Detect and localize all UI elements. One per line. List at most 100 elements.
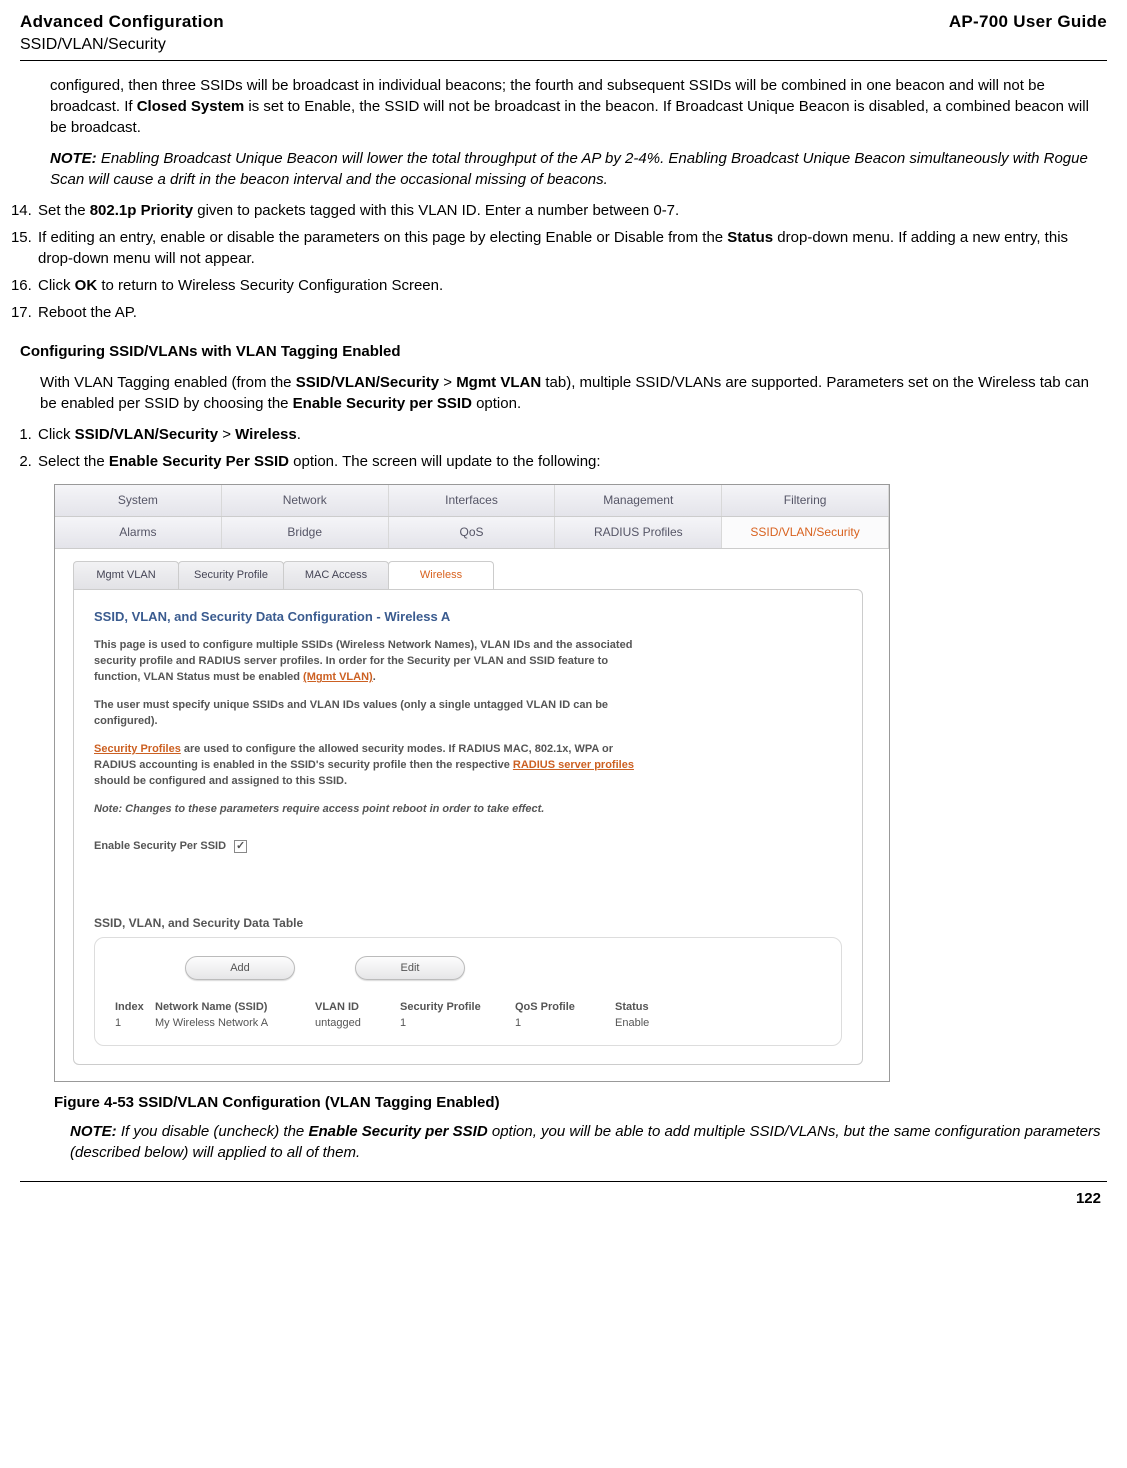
text-fragment: . <box>373 671 376 683</box>
header-guide-title: AP-700 User Guide <box>949 10 1107 34</box>
text-fragment: With VLAN Tagging enabled (from the <box>40 374 296 391</box>
panel-desc-2: The user must specify unique SSIDs and V… <box>94 698 654 730</box>
text-fragment: given to packets tagged with this VLAN I… <box>193 202 679 219</box>
col-vlan-id: VLAN ID <box>315 1000 400 1015</box>
bold-term: Enable Security Per SSID <box>109 453 289 470</box>
text-fragment: Click <box>38 426 75 443</box>
panel-title: SSID, VLAN, and Security Data Configurat… <box>94 608 842 626</box>
text-fragment: Click <box>38 277 75 294</box>
cell-security-profile: 1 <box>400 1016 515 1031</box>
page-number: 122 <box>20 1188 1101 1209</box>
text-fragment: > <box>218 426 235 443</box>
tab-radius-profiles[interactable]: RADIUS Profiles <box>555 517 722 548</box>
bold-term: SSID/VLAN/Security <box>296 374 439 391</box>
tab-alarms[interactable]: Alarms <box>55 517 222 548</box>
table-header-row: Index Network Name (SSID) VLAN ID Securi… <box>115 1000 821 1015</box>
bold-term: 802.1p Priority <box>90 202 193 219</box>
bold-term: Mgmt VLAN <box>456 374 541 391</box>
bold-term: OK <box>75 277 98 294</box>
col-index: Index <box>115 1000 155 1015</box>
note-label: NOTE: <box>50 150 97 167</box>
tab-filtering[interactable]: Filtering <box>722 485 889 516</box>
text-fragment: to return to Wireless Security Configura… <box>97 277 443 294</box>
text-fragment: option. The screen will update to the fo… <box>289 453 601 470</box>
tab-management[interactable]: Management <box>555 485 722 516</box>
bold-term: Wireless <box>235 426 297 443</box>
security-profiles-link[interactable]: Security Profiles <box>94 743 181 755</box>
subtab-wireless[interactable]: Wireless <box>388 561 494 589</box>
note-block-2: NOTE: If you disable (uncheck) the Enabl… <box>70 1121 1107 1163</box>
cell-index: 1 <box>115 1016 155 1031</box>
config-screenshot: System Network Interfaces Management Fil… <box>54 484 890 1082</box>
text-fragment: If you disable (uncheck) the <box>117 1123 309 1140</box>
step-2: Select the Enable Security Per SSID opti… <box>36 451 1107 472</box>
col-security-profile: Security Profile <box>400 1000 515 1015</box>
tab-system[interactable]: System <box>55 485 222 516</box>
text-fragment: option. <box>472 395 521 412</box>
cell-qos-profile: 1 <box>515 1016 615 1031</box>
checkbox-label: Enable Security Per SSID <box>94 839 226 854</box>
bold-term: Enable Security per SSID <box>293 395 472 412</box>
radius-server-profiles-link[interactable]: RADIUS server profiles <box>513 759 634 771</box>
table-buttons: Add Edit <box>185 956 821 980</box>
bold-term: Closed System <box>137 98 245 115</box>
edit-button[interactable]: Edit <box>355 956 465 980</box>
header-chapter: Advanced Configuration <box>20 10 224 34</box>
figure-caption: Figure 4-53 SSID/VLAN Configuration (VLA… <box>54 1092 1107 1113</box>
secondary-tabs: Alarms Bridge QoS RADIUS Profiles SSID/V… <box>55 517 889 549</box>
wireless-panel: SSID, VLAN, and Security Data Configurat… <box>73 589 863 1065</box>
page-header: Advanced Configuration SSID/VLAN/Securit… <box>20 10 1107 61</box>
step-15: If editing an entry, enable or disable t… <box>36 227 1107 269</box>
body-paragraph: With VLAN Tagging enabled (from the SSID… <box>40 372 1107 414</box>
footer-rule <box>20 1181 1107 1182</box>
bold-term: Enable Security per SSID <box>308 1123 487 1140</box>
note-label: NOTE: <box>70 1123 117 1140</box>
text-fragment: Select the <box>38 453 109 470</box>
continued-paragraph: configured, then three SSIDs will be bro… <box>50 75 1107 138</box>
mgmt-vlan-link[interactable]: (Mgmt VLAN) <box>303 671 373 683</box>
tab-network[interactable]: Network <box>222 485 389 516</box>
tab-interfaces[interactable]: Interfaces <box>389 485 556 516</box>
panel-desc-3: Security Profiles are used to configure … <box>94 742 654 790</box>
note-text: Enabling Broadcast Unique Beacon will lo… <box>50 150 1088 188</box>
panel-note: Note: Changes to these parameters requir… <box>94 802 654 817</box>
panel-body: Mgmt VLAN Security Profile MAC Access Wi… <box>55 549 889 1081</box>
subtab-mac-access[interactable]: MAC Access <box>283 561 389 589</box>
primary-tabs: System Network Interfaces Management Fil… <box>55 485 889 517</box>
tab-bridge[interactable]: Bridge <box>222 517 389 548</box>
note-block: NOTE: Enabling Broadcast Unique Beacon w… <box>50 148 1107 190</box>
subtabs: Mgmt VLAN Security Profile MAC Access Wi… <box>73 561 493 589</box>
text-fragment: > <box>439 374 456 391</box>
tab-qos[interactable]: QoS <box>389 517 556 548</box>
text-fragment: Set the <box>38 202 90 219</box>
text-fragment: should be configured and assigned to thi… <box>94 775 347 787</box>
table-row[interactable]: 1 My Wireless Network A untagged 1 1 Ena… <box>115 1016 821 1031</box>
enable-security-per-ssid-row: Enable Security Per SSID ✓ <box>94 839 842 854</box>
step-16: Click OK to return to Wireless Security … <box>36 275 1107 296</box>
bold-term: SSID/VLAN/Security <box>75 426 218 443</box>
col-ssid: Network Name (SSID) <box>155 1000 315 1015</box>
col-qos-profile: QoS Profile <box>515 1000 615 1015</box>
step-1: Click SSID/VLAN/Security > Wireless. <box>36 424 1107 445</box>
data-table-title: SSID, VLAN, and Security Data Table <box>94 915 842 932</box>
enable-security-per-ssid-checkbox[interactable]: ✓ <box>234 840 247 853</box>
header-section: SSID/VLAN/Security <box>20 34 224 56</box>
bold-term: Status <box>727 229 773 246</box>
cell-status: Enable <box>615 1016 685 1031</box>
col-status: Status <box>615 1000 685 1015</box>
instruction-list-2: Click SSID/VLAN/Security > Wireless. Sel… <box>36 424 1107 472</box>
cell-vlan-id: untagged <box>315 1016 400 1031</box>
text-fragment: . <box>297 426 301 443</box>
cell-ssid: My Wireless Network A <box>155 1016 315 1031</box>
add-button[interactable]: Add <box>185 956 295 980</box>
instruction-list: Set the 802.1p Priority given to packets… <box>36 200 1107 323</box>
step-17: Reboot the AP. <box>36 302 1107 323</box>
subtab-security-profile[interactable]: Security Profile <box>178 561 284 589</box>
subtab-mgmt-vlan[interactable]: Mgmt VLAN <box>73 561 179 589</box>
panel-desc-1: This page is used to configure multiple … <box>94 638 654 686</box>
text-fragment: If editing an entry, enable or disable t… <box>38 229 727 246</box>
section-heading: Configuring SSID/VLANs with VLAN Tagging… <box>20 341 1107 362</box>
data-table-box: Add Edit Index Network Name (SSID) VLAN … <box>94 937 842 1046</box>
tab-ssid-vlan-security[interactable]: SSID/VLAN/Security <box>722 517 889 548</box>
step-14: Set the 802.1p Priority given to packets… <box>36 200 1107 221</box>
